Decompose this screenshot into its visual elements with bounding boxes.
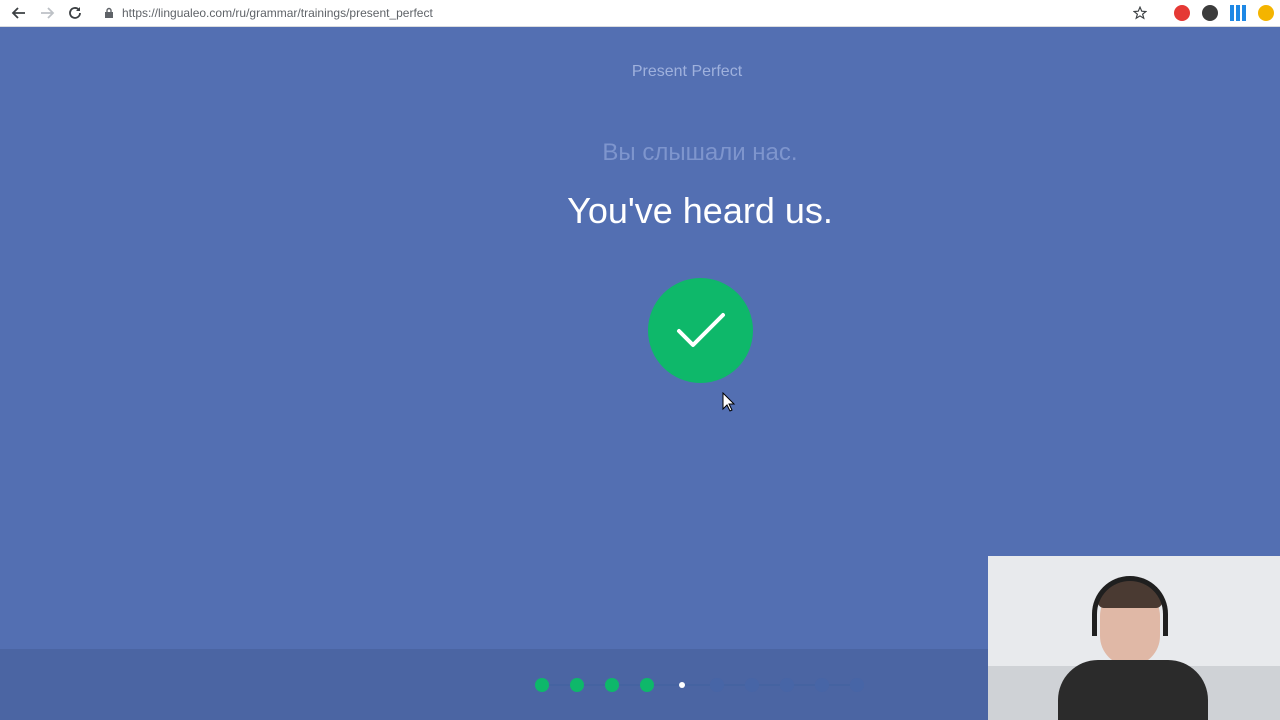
section-title: Present Perfect [631, 63, 743, 80]
webcam-overlay [988, 556, 1280, 720]
checkmark-icon [676, 312, 725, 347]
success-check-button[interactable] [648, 278, 753, 383]
puzzle-icon[interactable] [1258, 5, 1274, 21]
progress-dot-5 [679, 682, 685, 688]
progress-dot-3 [605, 678, 619, 692]
k-icon[interactable] [1202, 5, 1218, 21]
lock-icon [104, 7, 114, 19]
person-body [1058, 660, 1208, 720]
translation-text: Вы слышали нас. [602, 139, 798, 166]
progress-dot-2 [570, 678, 584, 692]
back-icon[interactable] [10, 4, 28, 22]
address-bar[interactable]: https://lingualeo.com/ru/grammar/trainin… [104, 0, 433, 26]
progress-dot-7 [745, 678, 759, 692]
progress-dot-9 [815, 678, 829, 692]
progress-dot-4 [640, 678, 654, 692]
adblock-icon[interactable] [1174, 5, 1190, 21]
forward-icon[interactable] [38, 4, 56, 22]
star-icon[interactable] [1132, 5, 1148, 21]
apps-grid-icon[interactable] [1230, 5, 1246, 21]
mouse-cursor-icon [722, 392, 736, 412]
progress-dot-1 [535, 678, 549, 692]
reload-icon[interactable] [66, 4, 84, 22]
extensions-bar [1120, 0, 1280, 26]
browser-toolbar: https://lingualeo.com/ru/grammar/trainin… [0, 0, 1280, 27]
progress-dot-10 [850, 678, 864, 692]
url-text: https://lingualeo.com/ru/grammar/trainin… [122, 6, 433, 20]
progress-dot-6 [710, 678, 724, 692]
answer-sentence: You've heard us. [567, 190, 833, 231]
progress-dot-8 [780, 678, 794, 692]
progress-dots [535, 676, 870, 694]
